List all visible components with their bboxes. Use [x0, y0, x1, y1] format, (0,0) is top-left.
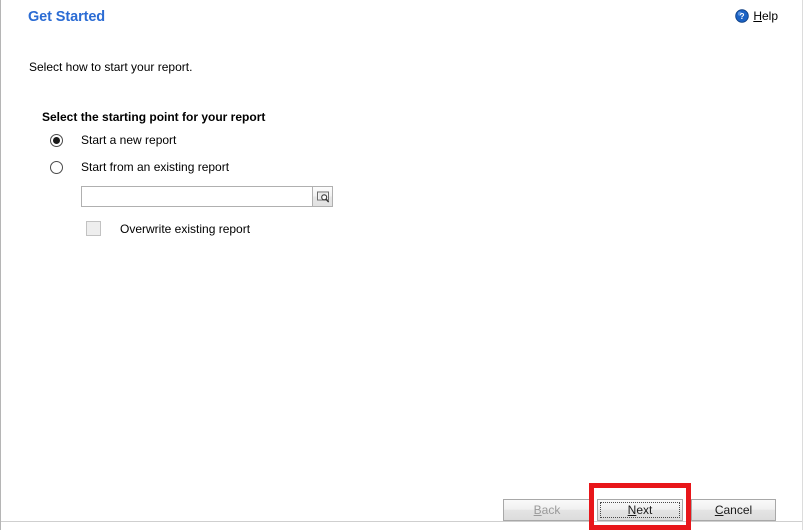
radio-indicator-unselected[interactable]: [50, 160, 63, 174]
browse-report-button[interactable]: [312, 186, 333, 207]
overwrite-existing-report-row[interactable]: Overwrite existing report: [86, 221, 250, 236]
existing-report-input[interactable]: [81, 186, 312, 207]
intro-text: Select how to start your report.: [29, 60, 193, 74]
existing-report-field: [81, 186, 333, 207]
back-label-rest: ack: [541, 503, 561, 517]
footer-buttons: Back Next Cancel: [503, 499, 776, 521]
cancel-label-rest: ancel: [723, 503, 753, 517]
help-accesskey: H: [753, 9, 762, 23]
footer-divider: [1, 521, 802, 522]
radio-start-from-existing-report[interactable]: Start from an existing report: [50, 160, 229, 174]
radio-label-start-from-existing-report: Start from an existing report: [81, 160, 230, 174]
help-circle-icon: ?: [735, 9, 750, 23]
wizard-page: Get Started ? Help Select how to start y…: [0, 0, 803, 530]
group-heading: Select the starting point for your repor…: [42, 110, 266, 124]
radio-start-new-report[interactable]: Start a new report: [50, 133, 176, 147]
back-button[interactable]: Back: [503, 499, 591, 521]
browse-folder-magnifier-icon: [316, 190, 330, 204]
help-link[interactable]: ? Help: [735, 9, 778, 23]
radio-label-start-new-report: Start a new report: [81, 133, 177, 147]
back-accesskey: B: [533, 503, 542, 517]
overwrite-existing-report-checkbox[interactable]: [86, 221, 101, 236]
svg-text:?: ?: [740, 11, 745, 21]
radio-indicator-selected[interactable]: [50, 133, 63, 147]
help-label-rest: elp: [761, 9, 778, 23]
cancel-button-label: Cancel: [715, 503, 752, 517]
back-button-label: Back: [534, 503, 561, 517]
cancel-button[interactable]: Cancel: [691, 499, 776, 521]
next-label-rest: ext: [636, 503, 653, 517]
next-button-label: Next: [628, 503, 653, 517]
help-label: Help: [753, 9, 778, 23]
page-title: Get Started: [28, 9, 106, 25]
overwrite-existing-report-label: Overwrite existing report: [120, 221, 251, 236]
next-button[interactable]: Next: [597, 499, 683, 521]
